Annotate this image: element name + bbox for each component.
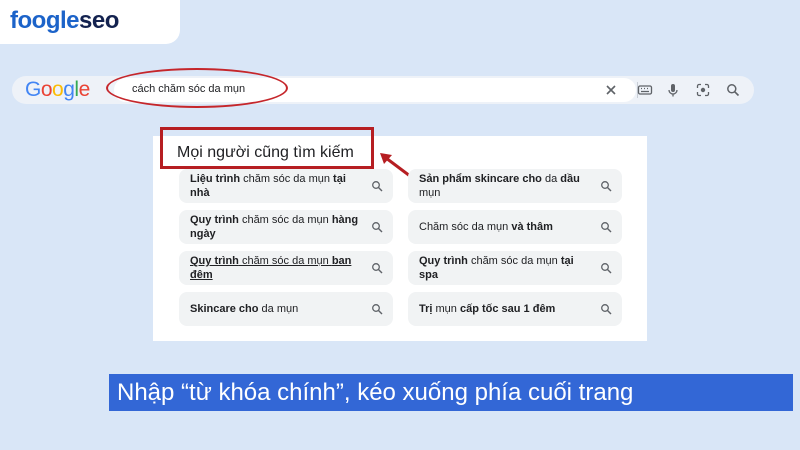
label-segment: chăm sóc da mụn <box>238 255 332 267</box>
related-search-chip[interactable]: Quy trình chăm sóc da mụn tại spa <box>408 251 622 285</box>
related-search-chip[interactable]: Chăm sóc da mụn và thâm <box>408 210 622 244</box>
google-logo-letter: G <box>25 78 41 101</box>
keyboard-icon[interactable] <box>637 82 653 98</box>
label-segment: mụn <box>432 303 460 315</box>
heading-highlight-box <box>160 127 374 169</box>
label-segment: da mụn <box>258 303 299 315</box>
search-icon <box>601 181 612 192</box>
related-search-chip[interactable]: Quy trình chăm sóc da mụn ban đêm <box>179 251 393 285</box>
related-search-label: Skincare cho da mụn <box>190 292 365 326</box>
google-logo-letter: o <box>40 78 53 101</box>
brand-logo: foogleseo <box>10 6 119 36</box>
google-logo[interactable]: Google <box>25 78 90 102</box>
search-icon <box>372 304 383 315</box>
label-segment: chăm sóc da mụn <box>467 255 561 267</box>
search-icon <box>601 304 612 315</box>
google-logo-letter: o <box>52 78 64 101</box>
related-search-chip[interactable]: Skincare cho da mụn <box>179 292 393 326</box>
related-search-label: Chăm sóc da mụn và thâm <box>419 210 594 244</box>
label-segment: da <box>541 173 561 185</box>
related-search-label: Quy trình chăm sóc da mụn tại spa <box>419 251 594 285</box>
label-segment: dầu <box>560 173 580 185</box>
label-segment: Quy trình <box>190 255 239 267</box>
search-icon <box>601 222 612 233</box>
search-icon <box>372 222 383 233</box>
label-segment: Quy trình <box>190 214 239 226</box>
related-search-label: Trị mụn cấp tốc sau 1 đêm <box>419 292 594 326</box>
related-search-chip[interactable]: Sản phẩm skincare cho da dầu mụn <box>408 169 622 203</box>
label-segment: Trị <box>419 303 433 315</box>
search-icon <box>372 181 383 192</box>
label-segment: Liệu trình <box>190 173 241 185</box>
mic-icon[interactable] <box>665 82 681 98</box>
google-logo-letter: g <box>63 78 75 101</box>
caption-banner: Nhập “từ khóa chính”, kéo xuống phía cuố… <box>109 374 793 411</box>
google-logo-letter: e <box>78 78 91 101</box>
close-icon[interactable] <box>603 82 619 98</box>
brand-logo-box: foogleseo <box>0 0 180 44</box>
label-segment: chăm sóc da mụn <box>238 214 332 226</box>
query-highlight-ellipse <box>106 68 288 108</box>
caption-text: Nhập “từ khóa chính”, kéo xuống phía cuố… <box>117 379 634 406</box>
related-search-label: Liệu trình chăm sóc da mụn tại nhà <box>190 169 365 203</box>
related-search-chip[interactable]: Trị mụn cấp tốc sau 1 đêm <box>408 292 622 326</box>
label-segment: và thâm <box>511 221 553 233</box>
related-search-label: Quy trình chăm sóc da mụn ban đêm <box>190 251 365 285</box>
label-segment: Sản phẩm skincare cho <box>419 173 542 185</box>
label-segment: Skincare cho <box>190 303 259 315</box>
search-icon <box>601 263 612 274</box>
brand-logo-part2: seo <box>79 7 119 34</box>
related-search-chip[interactable]: Liệu trình chăm sóc da mụn tại nhà <box>179 169 393 203</box>
search-icon[interactable] <box>725 82 741 98</box>
brand-logo-part1: foogle <box>10 7 80 34</box>
search-icon <box>372 263 383 274</box>
related-search-chip[interactable]: Quy trình chăm sóc da mụn hàng ngày <box>179 210 393 244</box>
label-segment: cấp tốc sau 1 đêm <box>459 303 556 315</box>
related-search-label: Sản phẩm skincare cho da dầu mụn <box>419 169 594 203</box>
label-segment: Quy trình <box>419 255 468 267</box>
label-segment: Chăm sóc da mụn <box>419 221 512 233</box>
label-segment: mụn <box>419 187 441 199</box>
related-search-label: Quy trình chăm sóc da mụn hàng ngày <box>190 210 365 244</box>
lens-icon[interactable] <box>695 82 711 98</box>
label-segment: chăm sóc da mụn <box>240 173 334 185</box>
